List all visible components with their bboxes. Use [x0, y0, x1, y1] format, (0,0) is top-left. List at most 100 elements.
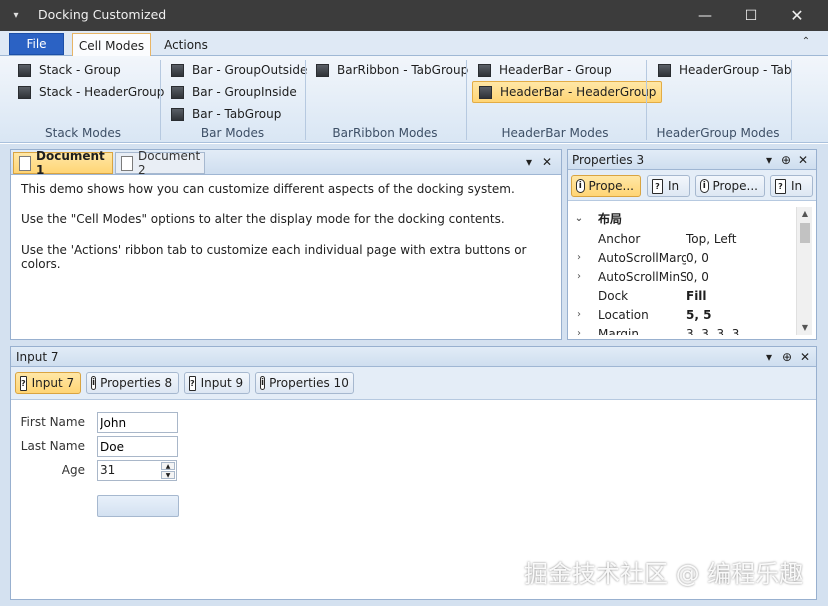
tab-document-2[interactable]: Document 2 — [115, 149, 205, 177]
mode-icon — [18, 85, 31, 99]
last-name-label: Last Name — [20, 439, 85, 453]
dropdown-icon[interactable]: ▾ — [762, 153, 776, 167]
property-grid: ⌄ 布局 Anchor Top, Left › AutoScrollMarg 0, 0… — [572, 207, 796, 335]
info-icon: i — [700, 179, 709, 193]
collapse-ribbon-icon[interactable]: ⌃ — [800, 36, 812, 48]
input-tab-strip: ? Input 7 i Properties 8 ? Input 9 i Propert… — [11, 367, 816, 400]
tab-properties-10[interactable]: i Properties 10 — [255, 372, 354, 394]
panel-title: Properties 3 — [572, 153, 645, 167]
close-icon[interactable]: ✕ — [798, 350, 812, 364]
mode-icon — [316, 63, 329, 77]
age-label: Age — [61, 463, 85, 477]
first-name-field[interactable] — [97, 412, 178, 433]
pin-icon[interactable]: ⊕ — [779, 153, 793, 167]
clipboard-icon: ? — [189, 375, 196, 391]
group-label-headerbar: HeaderBar Modes — [501, 126, 609, 140]
mode-icon — [479, 85, 492, 99]
expand-icon[interactable]: › — [572, 309, 586, 320]
property-row[interactable]: › AutoScrollMarg 0, 0 — [572, 248, 709, 267]
collapse-icon[interactable]: ⌄ — [572, 213, 586, 224]
property-category[interactable]: ⌄ 布局 — [572, 209, 796, 228]
headerbar-group-button[interactable]: HeaderBar - Group — [472, 60, 617, 80]
stepper-down-icon[interactable]: ▼ — [161, 471, 175, 479]
headerbar-headergroup-button[interactable]: HeaderBar - HeaderGroup — [472, 81, 663, 103]
info-icon: i — [91, 376, 97, 390]
watermark-text: 掘金技术社区 @ 编程乐趣 — [524, 560, 804, 588]
clipboard-icon: ? — [775, 178, 786, 194]
tab-input[interactable]: ? In — [647, 175, 690, 197]
properties-tab-strip: i Prope... ? In i Prope... ? In — [568, 170, 816, 201]
tab-properties[interactable]: i Prope... — [571, 175, 641, 197]
info-icon: i — [260, 376, 266, 390]
stack-group-button[interactable]: Stack - Group — [12, 60, 126, 80]
bar-groupoutside-button[interactable]: Bar - GroupOutside — [165, 60, 312, 80]
panel-title: Input 7 — [16, 350, 59, 364]
mode-icon — [171, 63, 184, 77]
headergroup-tab-button[interactable]: HeaderGroup - Tab — [652, 60, 797, 80]
mode-icon — [658, 63, 671, 77]
bar-tabgroup-button[interactable]: Bar - TabGroup — [165, 104, 286, 124]
maximize-icon[interactable]: ☐ — [728, 0, 774, 31]
vertical-scrollbar[interactable]: ▲ ▼ — [796, 207, 812, 335]
property-row[interactable]: › Margin 3, 3, 3, 3 — [572, 324, 739, 336]
age-value: 31 — [100, 463, 116, 477]
tab-cell-modes[interactable]: Cell Modes — [72, 33, 151, 57]
submit-button[interactable] — [97, 495, 179, 517]
scroll-down-icon[interactable]: ▼ — [797, 321, 813, 335]
barribbon-tabgroup-button[interactable]: BarRibbon - TabGroup — [310, 60, 473, 80]
tab-properties-8[interactable]: i Properties 8 — [86, 372, 179, 394]
doc-line-1: This demo shows how you can customize di… — [21, 182, 515, 196]
docking-area: Document 1 Document 2 ▾ ✕ This demo show… — [0, 144, 828, 606]
scroll-thumb[interactable] — [800, 223, 810, 243]
close-icon[interactable]: ✕ — [540, 155, 554, 169]
properties-panel-header: Properties 3 ▾ ⊕ ✕ — [568, 150, 816, 170]
minimize-icon[interactable]: — — [682, 0, 728, 31]
last-name-field[interactable] — [97, 436, 178, 457]
close-window-icon[interactable]: ✕ — [774, 0, 820, 31]
clipboard-icon: ? — [652, 178, 663, 194]
group-label-headergroup: HeaderGroup Modes — [656, 126, 780, 140]
doc-line-3: Use the 'Actions' ribbon tab to customiz… — [21, 243, 527, 271]
ribbon: Stack - Group Stack - HeaderGroup Stack … — [0, 56, 828, 143]
tab-input-9[interactable]: ? Input 9 — [184, 372, 250, 394]
mode-icon — [171, 85, 184, 99]
age-stepper[interactable]: 31 ▲ ▼ — [97, 460, 177, 481]
tab-input[interactable]: ? In — [770, 175, 813, 197]
clipboard-icon: ? — [20, 375, 27, 391]
page-icon — [121, 156, 133, 171]
properties-panel: Properties 3 ▾ ⊕ ✕ i Prope... ? In i Prope.… — [567, 149, 817, 340]
tab-input-7[interactable]: ? Input 7 — [15, 372, 81, 394]
system-menu-icon[interactable]: ▾ — [8, 8, 24, 24]
expand-icon[interactable]: › — [572, 252, 586, 263]
ribbon-tab-row: File Cell Modes Actions ⌃ — [0, 31, 828, 57]
scroll-up-icon[interactable]: ▲ — [797, 207, 813, 221]
property-row[interactable]: › AutoScrollMinS 0, 0 — [572, 267, 709, 286]
page-icon — [19, 156, 31, 171]
expand-icon[interactable]: › — [572, 328, 586, 335]
property-row[interactable]: Anchor Top, Left — [572, 229, 736, 248]
group-separator — [791, 60, 792, 140]
property-row[interactable]: › Location 5, 5 — [572, 305, 711, 324]
expand-icon[interactable]: › — [572, 271, 586, 282]
mode-icon — [478, 63, 491, 77]
close-icon[interactable]: ✕ — [796, 153, 810, 167]
tab-document-1[interactable]: Document 1 — [13, 149, 113, 177]
group-label-stack: Stack Modes — [45, 126, 121, 140]
mode-icon — [171, 107, 184, 121]
property-row[interactable]: Dock Fill — [572, 286, 707, 305]
tab-actions[interactable]: Actions — [158, 33, 214, 57]
file-tab[interactable]: File — [9, 33, 64, 55]
tab-properties[interactable]: i Prope... — [695, 175, 765, 197]
group-label-barribbon: BarRibbon Modes — [332, 126, 438, 140]
dropdown-icon[interactable]: ▾ — [522, 155, 536, 169]
dropdown-icon[interactable]: ▾ — [762, 350, 776, 364]
pin-icon[interactable]: ⊕ — [780, 350, 794, 364]
input-panel-header: Input 7 ▾ ⊕ ✕ — [11, 347, 816, 367]
title-bar: ▾ Docking Customized — ☐ ✕ — [0, 0, 828, 31]
group-label-bar: Bar Modes — [200, 126, 265, 140]
stepper-up-icon[interactable]: ▲ — [161, 462, 175, 470]
first-name-label: First Name — [20, 415, 85, 429]
bar-groupinside-button[interactable]: Bar - GroupInside — [165, 82, 302, 102]
doc-line-2: Use the "Cell Modes" options to alter th… — [21, 212, 505, 226]
stack-headergroup-button[interactable]: Stack - HeaderGroup — [12, 82, 169, 102]
